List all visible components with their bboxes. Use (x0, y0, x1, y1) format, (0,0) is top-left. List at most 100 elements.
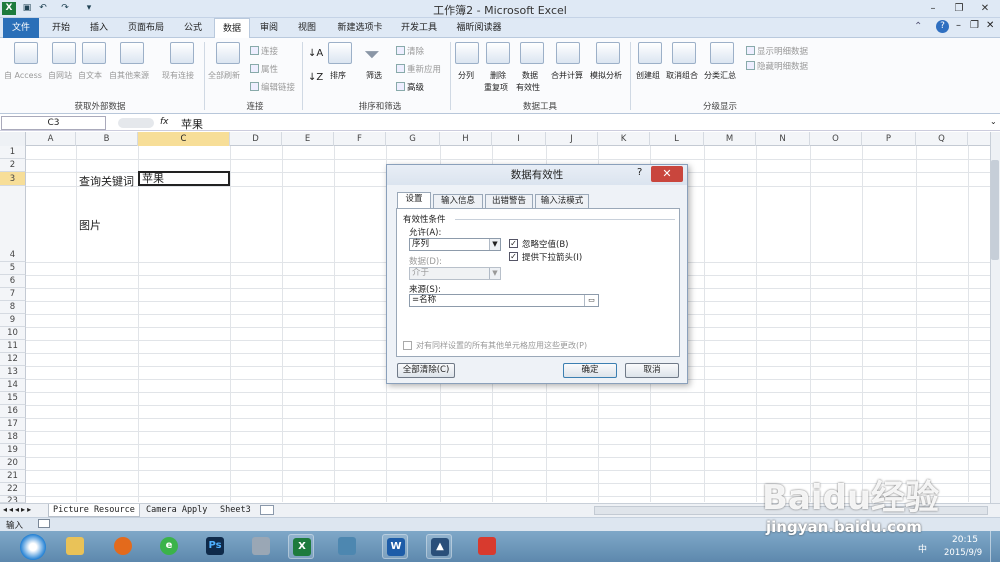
cell-c3-active[interactable]: 苹果 (138, 171, 230, 186)
formula-bar-expander[interactable] (118, 118, 154, 128)
select-all-corner[interactable] (0, 132, 26, 146)
sort-desc-icon[interactable]: ↓Z (308, 72, 323, 83)
ok-button[interactable]: 确定 (563, 363, 617, 378)
minimize-button[interactable]: – (920, 0, 946, 17)
clear-all-button[interactable]: 全部清除(C) (397, 363, 455, 378)
input-language[interactable]: 中 (918, 542, 927, 555)
workbook-minimize-icon[interactable]: – (956, 20, 961, 31)
show-detail-button[interactable]: 显示明细数据 (746, 45, 808, 57)
excel-taskbar-icon[interactable]: X (288, 534, 314, 559)
col-header-g[interactable]: G (386, 132, 440, 146)
from-text-button[interactable]: 自文本 (78, 70, 102, 81)
row-header-8[interactable]: 8 (0, 301, 26, 314)
help-icon[interactable]: ? (936, 20, 949, 33)
name-box[interactable]: C3 (1, 116, 106, 130)
col-header-h[interactable]: H (440, 132, 492, 146)
connections-button[interactable]: 连接 (250, 45, 278, 57)
reapply-button[interactable]: 重新应用 (396, 63, 441, 75)
range-picker-icon[interactable]: ▭ (584, 295, 598, 306)
filter-button[interactable]: 筛选 (366, 70, 382, 81)
ignore-blank-checkbox[interactable]: ✓ (509, 239, 518, 248)
row-header-14[interactable]: 14 (0, 379, 26, 392)
from-access-button[interactable]: 自 Access (4, 70, 42, 81)
existing-connections-button[interactable]: 现有连接 (162, 70, 194, 81)
data-validation-button[interactable]: 数据 (522, 70, 538, 81)
green-app-icon[interactable]: e (156, 534, 182, 559)
row-header-16[interactable]: 16 (0, 405, 26, 418)
tab-review[interactable]: 审阅 (252, 18, 286, 38)
source-input[interactable]: =名称 ▭ (409, 294, 599, 307)
row-header-6[interactable]: 6 (0, 275, 26, 288)
advanced-button[interactable]: 高级 (396, 81, 424, 93)
restore-button[interactable]: ❐ (946, 0, 972, 17)
row-header-9[interactable]: 9 (0, 314, 26, 327)
close-window-button[interactable]: ✕ (972, 0, 998, 17)
sheet-tab-sheet3[interactable]: Sheet3 (216, 504, 255, 517)
tab-home[interactable]: 开始 (44, 18, 78, 38)
row-header-11[interactable]: 11 (0, 340, 26, 353)
allow-select[interactable]: 序列 ▼ (409, 238, 501, 251)
row-header-13[interactable]: 13 (0, 366, 26, 379)
dropdown-arrow-checkbox[interactable]: ✓ (509, 252, 518, 261)
tab-formulas[interactable]: 公式 (174, 18, 212, 38)
row-header-15[interactable]: 15 (0, 392, 26, 405)
insert-function-icon[interactable]: fx (160, 117, 169, 127)
ribbon-minimize-icon[interactable]: ⌃ (914, 21, 922, 32)
dialog-tab-settings[interactable]: 设置 (397, 192, 431, 209)
col-header-q[interactable]: Q (916, 132, 968, 146)
row-header-17[interactable]: 17 (0, 418, 26, 431)
row-header-19[interactable]: 19 (0, 444, 26, 457)
vertical-scroll-thumb[interactable] (991, 160, 999, 260)
tab-foxit[interactable]: 福昕阅读器 (448, 18, 510, 38)
col-header-c[interactable]: C (138, 132, 230, 146)
row-header-3[interactable]: 3 (0, 172, 26, 186)
tab-data[interactable]: 数据 (214, 18, 250, 38)
tab-view[interactable]: 视图 (290, 18, 324, 38)
row-header-20[interactable]: 20 (0, 457, 26, 470)
graduation-app-icon[interactable]: ▲ (426, 534, 452, 559)
macro-record-icon[interactable] (38, 519, 50, 528)
ie-icon[interactable]: e (20, 534, 46, 560)
text-to-columns-button[interactable]: 分列 (458, 70, 474, 81)
clock-time[interactable]: 20:15 (952, 535, 978, 545)
subtotal-button[interactable]: 分类汇总 (704, 70, 736, 81)
formula-input[interactable]: 苹果 (181, 116, 203, 132)
tab-page-layout[interactable]: 页面布局 (120, 18, 172, 38)
other-sources-button[interactable]: 自其他来源 (109, 70, 149, 81)
col-header-d[interactable]: D (230, 132, 282, 146)
col-header-b[interactable]: B (76, 132, 138, 146)
from-web-button[interactable]: 自网站 (48, 70, 72, 81)
col-header-m[interactable]: M (704, 132, 756, 146)
sheet-tab-camera-apply[interactable]: Camera Apply (142, 504, 211, 517)
show-desktop-button[interactable] (990, 531, 1000, 562)
workbook-restore-icon[interactable]: ❐ (970, 20, 979, 31)
cancel-button[interactable]: 取消 (625, 363, 679, 378)
photoshop-icon[interactable]: Ps (202, 534, 228, 559)
tab-file[interactable]: 文件 (3, 18, 39, 38)
col-header-n[interactable]: N (756, 132, 810, 146)
col-header-a[interactable]: A (26, 132, 76, 146)
tab-new[interactable]: 新建选项卡 (330, 18, 390, 38)
group-button[interactable]: 创建组 (636, 70, 660, 81)
clear-button[interactable]: 清除 (396, 45, 424, 57)
refresh-all-button[interactable]: 全部刷新 (208, 70, 240, 81)
row-header-23[interactable]: 23 (0, 496, 26, 503)
row-header-22[interactable]: 22 (0, 483, 26, 496)
sheet-tab-picture-resource[interactable]: Picture Resource (48, 504, 140, 517)
col-header-i[interactable]: I (492, 132, 546, 146)
remove-duplicates-button[interactable]: 删除 (490, 70, 506, 81)
photo-viewer-icon[interactable] (248, 534, 274, 559)
explorer-icon[interactable] (62, 534, 88, 559)
cell-b5[interactable]: 图片 (79, 217, 101, 233)
col-header-o[interactable]: O (810, 132, 862, 146)
red-app-icon[interactable] (474, 534, 500, 559)
col-header-e[interactable]: E (282, 132, 334, 146)
row-header-5[interactable]: 5 (0, 262, 26, 275)
gallery-icon[interactable] (334, 534, 360, 559)
hide-detail-button[interactable]: 隐藏明细数据 (746, 60, 808, 72)
word-taskbar-icon[interactable]: W (382, 534, 408, 559)
expand-formula-icon[interactable]: ⌄ (990, 117, 997, 126)
dialog-tab-error-alert[interactable]: 出错警告 (485, 194, 533, 208)
dialog-tab-input-message[interactable]: 输入信息 (433, 194, 483, 208)
cell-b3[interactable]: 查询关键词 (79, 173, 134, 189)
